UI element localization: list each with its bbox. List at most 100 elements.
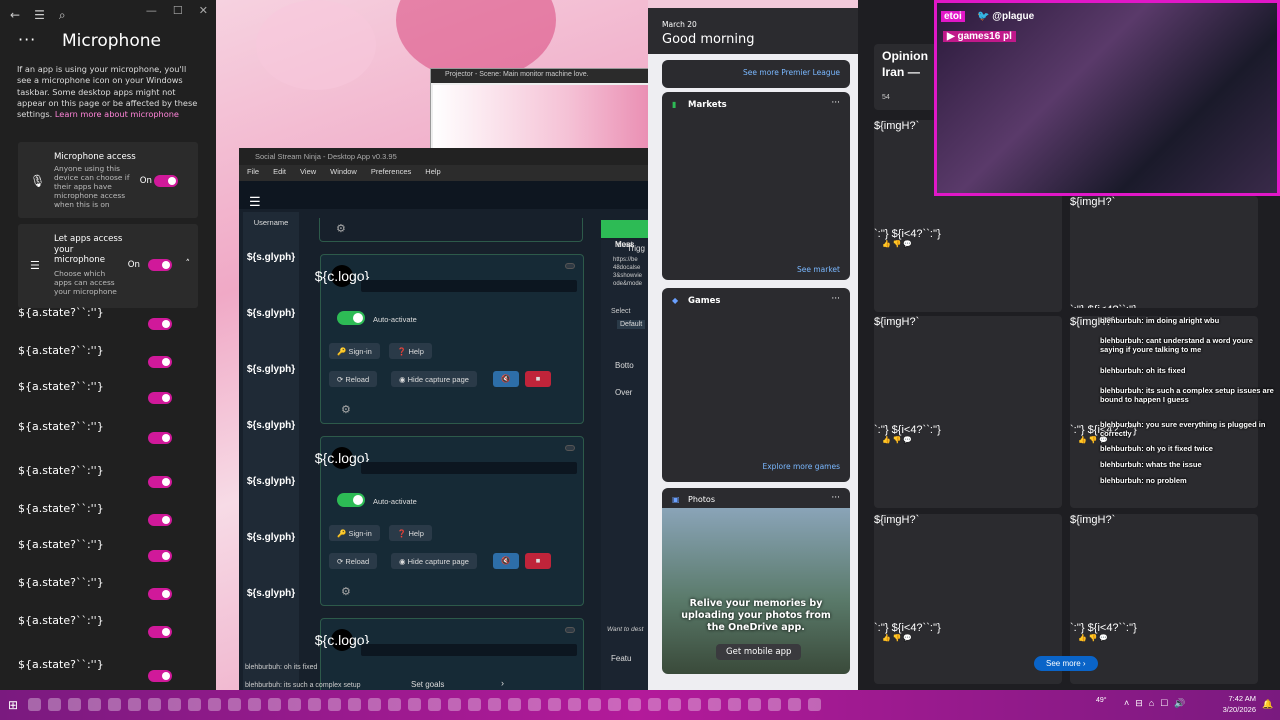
clock-time[interactable]: 7:42 AM: [1222, 694, 1256, 703]
taskbar-app-icon[interactable]: [787, 698, 801, 711]
taskbar-app-icon[interactable]: [227, 698, 241, 711]
taskbar-app-icon[interactable]: [647, 698, 661, 711]
set-goals-label[interactable]: Set goals: [411, 680, 444, 689]
help-button[interactable]: ❓ Help: [389, 525, 432, 541]
gear-icon[interactable]: ⚙: [336, 222, 346, 235]
app-toggle[interactable]: [148, 670, 172, 682]
taskbar-app-icon[interactable]: [167, 698, 181, 711]
gear-icon[interactable]: ⚙: [341, 585, 351, 598]
learn-more-link[interactable]: Learn more about microphone: [55, 109, 179, 119]
more-icon[interactable]: ···: [831, 98, 840, 108]
chevron-up-icon[interactable]: ˄: [186, 259, 191, 269]
sidebar-item-facebook[interactable]: ${s.glyph}: [247, 248, 295, 268]
taskbar-app-icon[interactable]: [547, 698, 561, 711]
taskbar-app-icon[interactable]: [27, 698, 41, 711]
taskbar-app-icon[interactable]: [287, 698, 301, 711]
market-row[interactable]: [678, 124, 838, 148]
get-app-button[interactable]: Get mobile app: [716, 644, 802, 660]
hide-capture-button[interactable]: ◉ Hide capture page: [391, 371, 477, 387]
auto-activate-toggle[interactable]: [337, 493, 365, 507]
taskbar-app-icon[interactable]: [607, 698, 621, 711]
game-tile[interactable]: [662, 288, 712, 328]
stop-button[interactable]: ■: [525, 553, 551, 569]
market-row[interactable]: [678, 211, 838, 235]
news-card[interactable]: ${imgH?``:''} ${i<4?`👍 👎 💬 `:''}: [874, 514, 1062, 684]
sign-in-button[interactable]: 🔑 Sign-in: [329, 525, 380, 541]
taskbar-app-icon[interactable]: [247, 698, 261, 711]
taskbar-app-icon[interactable]: [667, 698, 681, 711]
start-icon[interactable]: ⊞: [8, 698, 18, 712]
app-toggle[interactable]: [148, 626, 172, 638]
maximize-icon[interactable]: ☐: [173, 4, 183, 17]
taskbar-app-icon[interactable]: [47, 698, 61, 711]
hamburger-icon[interactable]: ☰: [34, 8, 45, 22]
stop-button[interactable]: ■: [525, 371, 551, 387]
more-dots-icon[interactable]: ···: [18, 30, 36, 49]
sidebar-item-picarto[interactable]: ${s.glyph}: [247, 416, 295, 436]
menu-edit[interactable]: Edit: [273, 167, 286, 179]
reload-button[interactable]: ⟳ Reload: [329, 371, 378, 387]
app-toggle[interactable]: [148, 550, 172, 562]
hamburger-icon[interactable]: ☰: [249, 194, 261, 210]
menu-view[interactable]: View: [300, 167, 316, 179]
taskbar-app-icon[interactable]: [307, 698, 321, 711]
source-url[interactable]: [361, 644, 577, 656]
minimize-icon[interactable]: —: [146, 4, 157, 17]
menu-help[interactable]: Help: [425, 167, 440, 179]
taskbar-app-icon[interactable]: [147, 698, 161, 711]
taskbar-app-icon[interactable]: [747, 698, 761, 711]
taskbar-app-icon[interactable]: [267, 698, 281, 711]
taskbar-app-icon[interactable]: [327, 698, 341, 711]
taskbar-app-icon[interactable]: [527, 698, 541, 711]
more-icon[interactable]: ···: [831, 294, 840, 304]
source-url[interactable]: [361, 280, 577, 292]
taskbar-app-icon[interactable]: [767, 698, 781, 711]
menu-preferences[interactable]: Preferences: [371, 167, 411, 179]
hide-capture-button[interactable]: ◉ Hide capture page: [391, 553, 477, 569]
taskbar-app-icon[interactable]: [467, 698, 481, 711]
clock-date[interactable]: 3/20/2026: [1214, 705, 1256, 714]
market-row[interactable]: [678, 153, 838, 177]
notification-icon[interactable]: 🔔: [1262, 699, 1273, 710]
taskbar-app-icon[interactable]: [407, 698, 421, 711]
source-url[interactable]: [361, 462, 577, 474]
reload-button[interactable]: ⟳ Reload: [329, 553, 378, 569]
sidebar-item-top[interactable]: Username: [247, 218, 295, 227]
taskbar-app-icon[interactable]: [67, 698, 81, 711]
app-toggle[interactable]: [148, 588, 172, 600]
taskbar-app-icon[interactable]: [487, 698, 501, 711]
back-arrow-icon[interactable]: ←: [10, 8, 20, 22]
app-toggle[interactable]: [148, 318, 172, 330]
mic-access-toggle[interactable]: [154, 175, 178, 187]
taskbar-app-icon[interactable]: [87, 698, 101, 711]
app-toggle[interactable]: [148, 392, 172, 404]
taskbar-app-icon[interactable]: [587, 698, 601, 711]
taskbar-app-icon[interactable]: [707, 698, 721, 711]
taskbar-app-icon[interactable]: [807, 698, 821, 711]
news-card[interactable]: ${imgH?``:''} ${i<4?`👍 👎 💬 `:''}: [1070, 514, 1258, 684]
menu-file[interactable]: File: [247, 167, 259, 179]
taskbar-app-icon[interactable]: [127, 698, 141, 711]
taskbar-app-icon[interactable]: [687, 698, 701, 711]
sidebar-item-dlive[interactable]: ${s.glyph}: [247, 472, 295, 492]
taskbar-app-icon[interactable]: [367, 698, 381, 711]
sidebar-item-trovo[interactable]: ${s.glyph}: [247, 360, 295, 380]
gear-icon[interactable]: ⚙: [341, 403, 351, 416]
taskbar-app-icon[interactable]: [427, 698, 441, 711]
help-button[interactable]: ❓ Help: [389, 343, 432, 359]
market-row[interactable]: [678, 182, 838, 206]
taskbar-app-icon[interactable]: [347, 698, 361, 711]
sidebar-item-xcom[interactable]: ${s.glyph}: [247, 528, 295, 548]
taskbar-app-icon[interactable]: [387, 698, 401, 711]
taskbar-app-icon[interactable]: [187, 698, 201, 711]
taskbar-app-icon[interactable]: [627, 698, 641, 711]
app-toggle[interactable]: [148, 514, 172, 526]
app-toggle[interactable]: [148, 356, 172, 368]
premier-link[interactable]: See more Premier League: [743, 68, 840, 77]
auto-activate-toggle[interactable]: [337, 311, 365, 325]
default-select[interactable]: Default: [617, 320, 646, 329]
session-badge[interactable]: [565, 627, 575, 633]
taskbar-app-icon[interactable]: [207, 698, 221, 711]
message-item[interactable]: Ident: [615, 240, 633, 249]
sign-in-button[interactable]: 🔑 Sign-in: [329, 343, 380, 359]
